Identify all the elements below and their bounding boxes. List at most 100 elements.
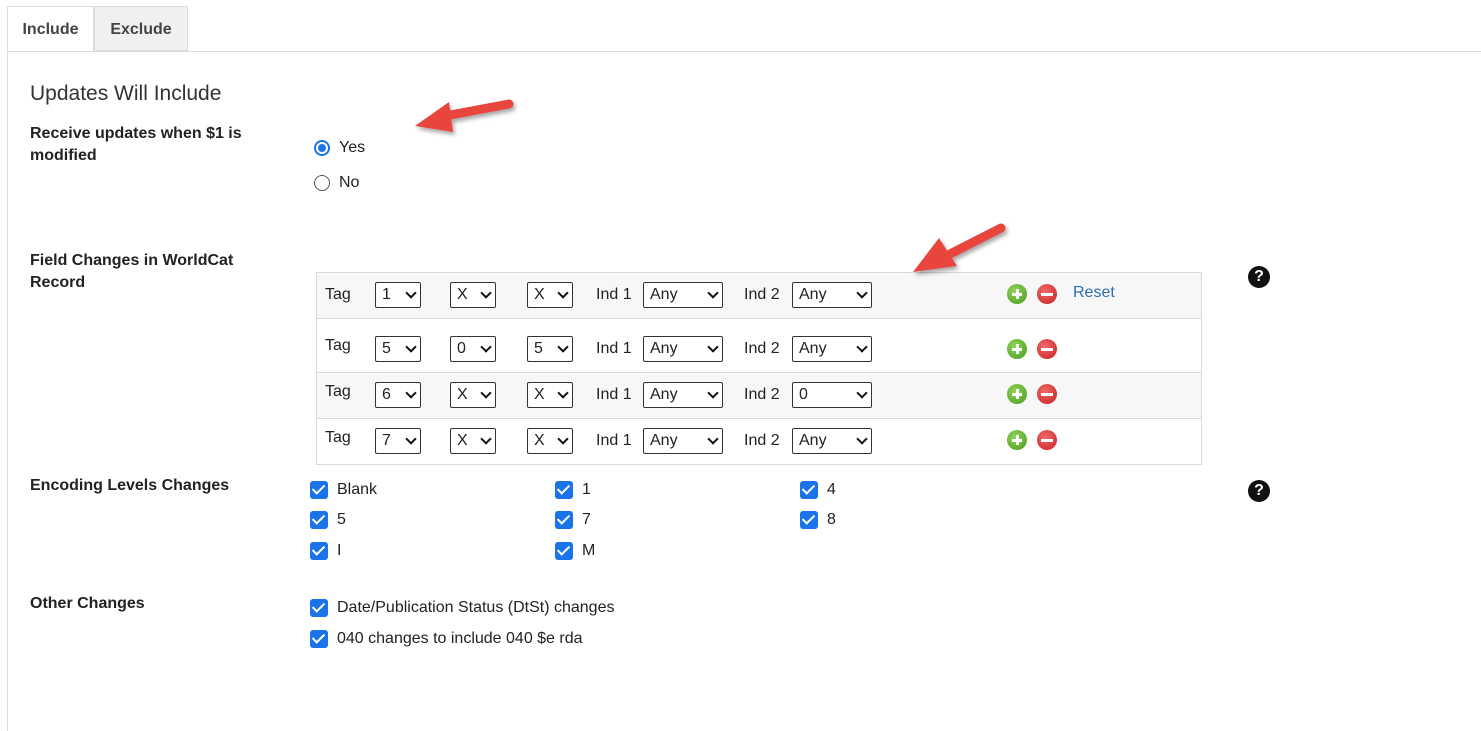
checkbox-icon[interactable] [800,481,818,499]
tab-include[interactable]: Include [7,6,94,51]
ind1-select[interactable]: Any [643,428,723,454]
checkbox-label: 040 changes to include 040 $e rda [337,630,583,647]
checkbox-icon[interactable] [310,481,328,499]
checkbox-label: 1 [582,481,591,498]
chevron-down-icon [482,391,490,399]
ind1-select[interactable]: Any [643,336,723,362]
remove-row-icon[interactable] [1037,339,1057,359]
field-changes-table: Tag 1 X X Ind 1 Any Ind 2 Any Reset Tag … [316,272,1202,465]
ind2-select[interactable]: Any [792,336,872,362]
tag-digit-1-select[interactable]: 5 [375,336,421,362]
checkbox-8[interactable]: 8 [800,511,836,529]
checkbox-label: M [582,542,596,559]
dollar1-label: Receive updates when $1 is modified [30,125,242,164]
other-changes-label: Other Changes [30,595,145,612]
chevron-down-icon [482,345,490,353]
chevron-down-icon [858,391,866,399]
page-title: Updates Will Include [30,82,222,105]
add-row-icon[interactable] [1007,284,1027,304]
checkbox-i[interactable]: I [310,542,341,560]
chevron-down-icon [407,345,415,353]
ind2-label: Ind 2 [744,286,780,303]
checkbox-label: 8 [827,511,836,528]
ind1-select[interactable]: Any [643,382,723,408]
checkbox-icon[interactable] [555,481,573,499]
add-row-icon[interactable] [1007,430,1027,450]
checkbox-7[interactable]: 7 [555,511,591,529]
checkbox-icon[interactable] [555,511,573,529]
tag-digit-3-select[interactable]: 5 [527,336,573,362]
chevron-down-icon [709,345,717,353]
radio-yes[interactable]: Yes [314,139,365,157]
checkbox-label: Blank [337,481,378,498]
radio-no-control[interactable] [314,175,330,191]
ind2-select[interactable]: Any [792,282,872,308]
tab-exclude[interactable]: Exclude [94,6,188,51]
checkbox-4[interactable]: 4 [800,481,836,499]
ind2-select[interactable]: Any [792,428,872,454]
ind2-select[interactable]: 0 [792,382,872,408]
tag-digit-1-select[interactable]: 7 [375,428,421,454]
chevron-down-icon [709,437,717,445]
checkbox-m[interactable]: M [555,542,595,560]
field-changes-label: Field Changes in WorldCat Record [30,252,234,291]
checkbox-1[interactable]: 1 [555,481,591,499]
ind1-label: Ind 1 [596,386,632,403]
tab-bar: Include Exclude [7,6,1481,52]
chevron-down-icon [482,437,490,445]
checkbox-icon[interactable] [310,630,328,648]
tag-label: Tag [325,337,351,354]
tag-digit-3-select[interactable]: X [527,282,573,308]
tag-digit-1-select[interactable]: 1 [375,282,421,308]
ind1-select[interactable]: Any [643,282,723,308]
tag-digit-3-select[interactable]: X [527,382,573,408]
help-icon[interactable]: ? [1248,266,1270,288]
checkbox-blank[interactable]: Blank [310,481,377,499]
checkbox-icon[interactable] [310,511,328,529]
table-row: Tag 6 X X Ind 1 Any Ind 2 0 [317,372,1201,418]
checkbox-label: Date/Publication Status (DtSt) changes [337,599,615,616]
help-icon[interactable]: ? [1248,480,1270,502]
tag-digit-1-select[interactable]: 6 [375,382,421,408]
chevron-down-icon [559,291,567,299]
tag-digit-2-select[interactable]: X [450,282,496,308]
tag-label: Tag [325,383,351,400]
checkbox-040-rda[interactable]: 040 changes to include 040 $e rda [310,630,583,648]
chevron-down-icon [482,291,490,299]
remove-row-icon[interactable] [1037,430,1057,450]
checkbox-label: 5 [337,511,346,528]
ind2-label: Ind 2 [744,432,780,449]
ind1-label: Ind 1 [596,340,632,357]
remove-row-icon[interactable] [1037,384,1057,404]
checkbox-dtst[interactable]: Date/Publication Status (DtSt) changes [310,599,614,617]
chevron-down-icon [858,437,866,445]
checkbox-icon[interactable] [310,599,328,617]
ind1-label: Ind 1 [596,286,632,303]
table-row: Tag 1 X X Ind 1 Any Ind 2 Any Reset [317,273,1201,318]
checkbox-icon[interactable] [310,542,328,560]
chevron-down-icon [858,291,866,299]
radio-yes-control[interactable] [314,140,330,156]
checkbox-5[interactable]: 5 [310,511,346,529]
add-row-icon[interactable] [1007,339,1027,359]
remove-row-icon[interactable] [1037,284,1057,304]
checkbox-icon[interactable] [555,542,573,560]
tag-digit-2-select[interactable]: 0 [450,336,496,362]
chevron-down-icon [559,345,567,353]
ind2-label: Ind 2 [744,386,780,403]
chevron-down-icon [407,391,415,399]
tag-label: Tag [325,429,351,446]
tag-digit-2-select[interactable]: X [450,428,496,454]
chevron-down-icon [559,437,567,445]
table-row: Tag 7 X X Ind 1 Any Ind 2 Any [317,418,1201,464]
chevron-down-icon [407,291,415,299]
tag-digit-2-select[interactable]: X [450,382,496,408]
tag-digit-3-select[interactable]: X [527,428,573,454]
checkbox-icon[interactable] [800,511,818,529]
add-row-icon[interactable] [1007,384,1027,404]
checkbox-label: I [337,542,342,559]
reset-link[interactable]: Reset [1073,284,1115,302]
ind1-label: Ind 1 [596,432,632,449]
radio-no[interactable]: No [314,174,359,192]
table-row: Tag 5 0 5 Ind 1 Any Ind 2 Any [317,318,1201,372]
